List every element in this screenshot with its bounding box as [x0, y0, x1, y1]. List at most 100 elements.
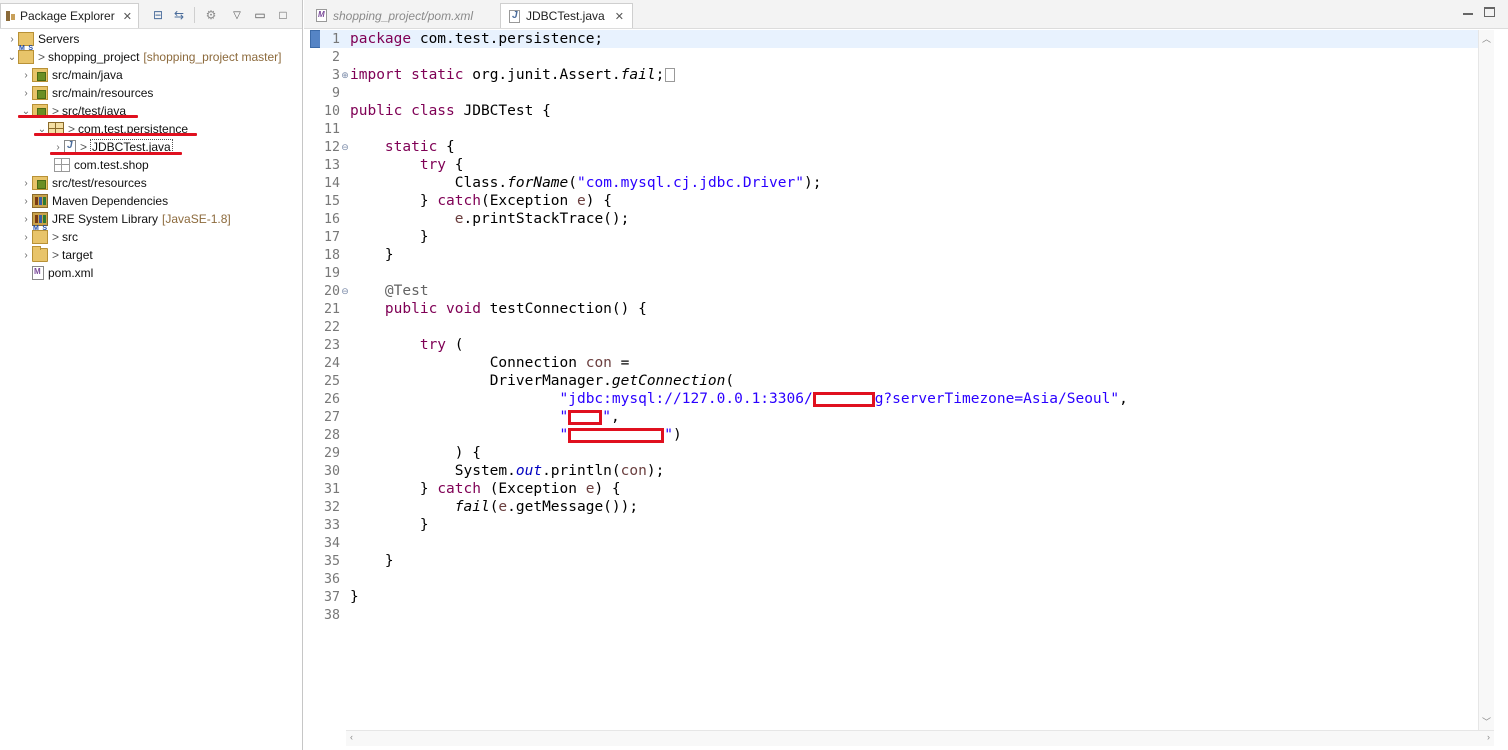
folder-icon: [18, 32, 34, 46]
code-line: 15 } catch(Exception e) {: [323, 193, 612, 209]
code-line: 22: [323, 319, 340, 335]
collapse-icon[interactable]: ⌄: [6, 52, 18, 63]
code-line: 11: [323, 121, 340, 137]
close-icon[interactable]: ✕: [615, 10, 624, 23]
source-folder-icon: [32, 86, 48, 100]
redaction-box: [568, 409, 603, 425]
horizontal-scrollbar[interactable]: ‹ ›: [346, 730, 1494, 746]
code-line: 17 }: [323, 229, 429, 245]
scroll-left-icon[interactable]: ‹: [350, 732, 353, 742]
tab-label: shopping_project/pom.xml: [333, 8, 474, 23]
maven-project-icon: [18, 45, 34, 64]
tree-item-src-main-resources[interactable]: › src/main/resources: [20, 84, 153, 102]
close-icon[interactable]: ✕: [123, 10, 132, 23]
tree-item-maven-dependencies[interactable]: › Maven Dependencies: [20, 192, 168, 210]
tree-item-com-test-shop[interactable]: com.test.shop: [52, 156, 149, 174]
tree-item-label: src/main/resources: [52, 86, 154, 100]
red-underline-annotation: [50, 152, 182, 155]
library-icon: [32, 212, 48, 226]
expand-icon[interactable]: ›: [20, 196, 32, 207]
tree-item-target[interactable]: › > target: [20, 246, 93, 264]
git-branch-decoration: [shopping_project master]: [143, 50, 282, 64]
expand-icon[interactable]: ›: [20, 232, 32, 243]
expand-icon[interactable]: ›: [20, 214, 32, 225]
expand-icon[interactable]: ›: [20, 70, 32, 81]
expand-fold-icon[interactable]: ⊕: [340, 66, 350, 84]
tree-item-label: src/main/java: [52, 68, 123, 82]
expand-icon[interactable]: ›: [20, 250, 32, 261]
library-icon: [32, 194, 48, 208]
tree-item-label: Servers: [38, 32, 80, 46]
tab-label: JDBCTest.java: [526, 9, 605, 23]
editor-tab-bar: shopping_project/pom.xml JDBCTest.java ✕: [304, 0, 1508, 29]
maximize-icon[interactable]: □: [275, 7, 291, 23]
red-underline-annotation: [34, 133, 197, 136]
tree-item-servers[interactable]: › Servers: [6, 30, 79, 48]
code-line: 1 package com.test.persistence;: [331, 31, 604, 47]
folded-region-icon[interactable]: [665, 68, 676, 82]
red-underline-annotation: [18, 115, 138, 118]
collapse-all-icon[interactable]: ⊟: [150, 7, 166, 23]
scroll-right-icon[interactable]: ›: [1487, 732, 1490, 742]
tree-item-label: src/test/resources: [52, 176, 147, 190]
minimize-icon[interactable]: [1460, 7, 1476, 21]
scroll-down-icon[interactable]: ﹀: [1482, 715, 1491, 728]
code-line: 2: [331, 49, 340, 65]
expand-icon[interactable]: ›: [20, 88, 32, 99]
package-icon: [54, 158, 70, 172]
code-line: 12 ⊖ static {: [323, 138, 455, 156]
tree-item-label: src: [62, 230, 79, 244]
code-line: 18 }: [323, 247, 394, 263]
redaction-box: [812, 391, 875, 407]
maximize-icon[interactable]: [1484, 7, 1495, 17]
code-line: 20 ⊖ @Test: [323, 282, 429, 300]
source-folder-icon: [32, 68, 48, 82]
view-menu-icon[interactable]: ▽: [229, 7, 245, 23]
tree-item-src-test-resources[interactable]: › src/test/resources: [20, 174, 147, 192]
code-line: 16 e.printStackTrace();: [323, 211, 630, 227]
tree-item-label: JRE System Library: [52, 212, 159, 226]
tree-item-src-main-java[interactable]: › src/main/java: [20, 66, 123, 84]
change-marker: >: [52, 230, 60, 244]
tree-item-shopping-project[interactable]: ⌄ > shopping_project [shopping_project m…: [6, 45, 282, 66]
expand-icon[interactable]: ›: [6, 34, 18, 45]
change-marker: >: [38, 50, 46, 64]
xml-file-icon: [316, 9, 327, 22]
code-line: 26 "jdbc:mysql://127.0.0.1:3306/g?server…: [323, 391, 1128, 407]
vertical-scrollbar[interactable]: ︿ ﹀: [1478, 30, 1494, 730]
code-line: 14 Class.forName("com.mysql.cj.jdbc.Driv…: [323, 175, 822, 191]
tab-jdbctest-java[interactable]: JDBCTest.java ✕: [500, 3, 633, 28]
scroll-up-icon[interactable]: ︿: [1482, 32, 1491, 45]
code-line: 31 } catch (Exception e) {: [323, 481, 621, 497]
code-editor[interactable]: 1 package com.test.persistence; 2 3 ⊕ imp…: [304, 30, 1494, 730]
tree-item-label: pom.xml: [48, 266, 94, 280]
tab-pom-xml[interactable]: shopping_project/pom.xml: [308, 3, 481, 28]
minimize-icon[interactable]: ▭: [252, 7, 268, 23]
code-line: 32 fail(e.getMessage());: [323, 499, 639, 515]
code-line: 33 }: [323, 517, 429, 533]
tree-item-label: target: [62, 248, 93, 262]
tree-item-src[interactable]: › > src: [20, 225, 79, 246]
collapse-fold-icon[interactable]: ⊖: [340, 138, 350, 156]
code-line: 28 " "): [323, 427, 682, 443]
link-with-editor-icon[interactable]: ⇆: [171, 7, 187, 23]
explorer-title: Package Explorer: [20, 9, 115, 23]
tab-package-explorer[interactable]: Package Explorer ✕: [0, 3, 139, 28]
collapse-fold-icon[interactable]: ⊖: [340, 282, 350, 300]
expand-icon[interactable]: ›: [20, 178, 32, 189]
focus-on-task-icon[interactable]: ⚙: [203, 7, 219, 23]
tree-item-pom-xml[interactable]: pom.xml: [20, 264, 93, 282]
code-line: 13 try {: [323, 157, 464, 173]
tree-item-label: shopping_project: [48, 50, 140, 64]
code-line: 19: [323, 265, 340, 281]
tree-item-jre-system-library[interactable]: › JRE System Library [JavaSE-1.8]: [20, 210, 231, 228]
code-line: 27 " ",: [323, 409, 620, 425]
code-line: 24 Connection con =: [323, 355, 630, 371]
tree-item-label: com.test.shop: [74, 158, 149, 172]
expand-icon[interactable]: ›: [52, 142, 64, 153]
code-line: 21 public void testConnection() {: [323, 301, 647, 317]
xml-file-icon: [32, 266, 44, 280]
code-line: 35 }: [323, 553, 394, 569]
tree-item-label: Maven Dependencies: [52, 194, 169, 208]
change-marker: >: [52, 248, 60, 262]
